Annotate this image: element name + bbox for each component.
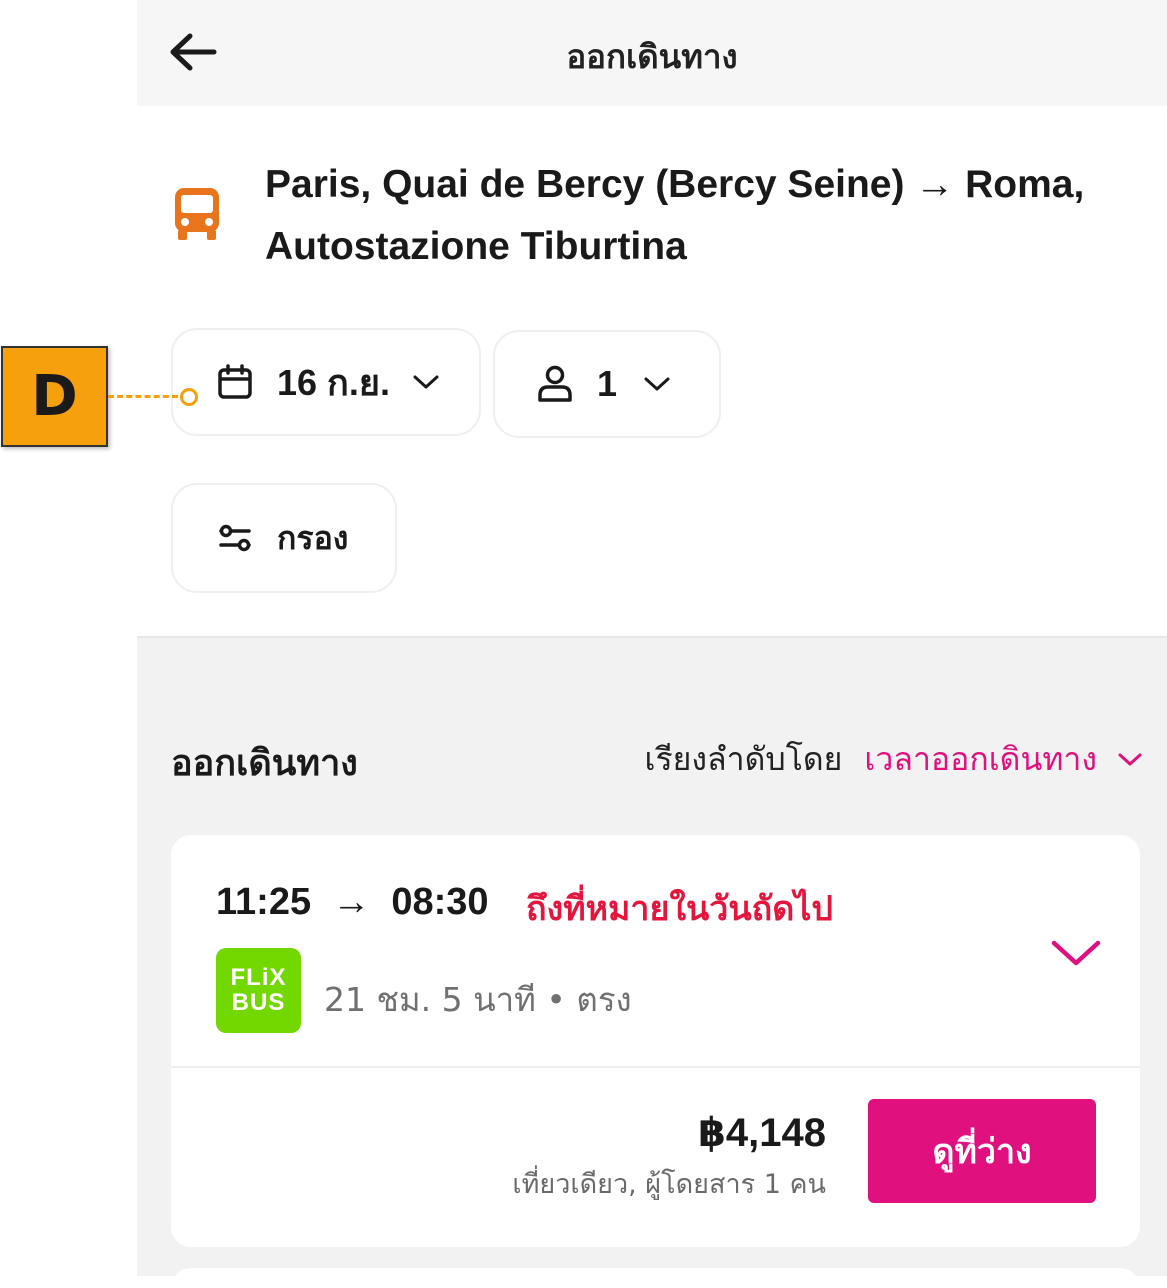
route-section: Paris, Quai de Bercy (Bercy Seine) → Rom… [137, 106, 1167, 636]
annotation-connector [108, 395, 178, 398]
route-title: Paris, Quai de Bercy (Bercy Seine) → Rom… [265, 163, 1085, 268]
view-availability-button[interactable]: ดูที่ว่าง [868, 1099, 1096, 1203]
filter-button[interactable]: กรอง [171, 483, 397, 593]
next-trip-card[interactable] [171, 1268, 1140, 1288]
filter-label: กรอง [277, 518, 349, 557]
results-section: ออกเดินทาง เรียงลำดับโดย เวลาออกเดินทาง … [137, 636, 1167, 1288]
top-bar: ออกเดินทาง [137, 0, 1167, 108]
person-icon [538, 365, 572, 402]
sort-value: เวลาออกเดินทาง [864, 740, 1097, 778]
next-day-notice: ถึงที่หมายในวันถัดไป [526, 889, 833, 929]
annotation-label: D [31, 364, 78, 429]
results-title: ออกเดินทาง [171, 743, 358, 784]
logo-line-1: FLiX [230, 964, 287, 991]
annotation-marker: D [1, 346, 108, 447]
divider [171, 1066, 1140, 1068]
date-label: 16 ก.ย. [277, 361, 390, 403]
chevron-down-icon [413, 375, 439, 389]
sort-dropdown[interactable]: เรียงลำดับโดย เวลาออกเดินทาง [645, 734, 1143, 785]
passenger-count: 1 [597, 363, 618, 404]
sort-label: เรียงลำดับโดย [644, 740, 843, 778]
flixbus-logo: FLiX BUS [216, 948, 301, 1033]
logo-line-2: BUS [231, 989, 286, 1016]
date-selector[interactable]: 16 ก.ย. [171, 328, 481, 436]
passenger-selector[interactable]: 1 [493, 330, 721, 438]
trip-times: 11:25 → 08:30 [216, 881, 489, 923]
calendar-icon [218, 364, 252, 399]
page-title: ออกเดินทาง [566, 37, 738, 76]
annotation-anchor [180, 388, 198, 406]
trip-card[interactable]: 11:25 → 08:30 ถึงที่หมายในวันถัดไป FLiX … [171, 835, 1140, 1247]
chevron-down-icon [1118, 753, 1142, 765]
chevron-down-icon[interactable] [1050, 935, 1102, 971]
sliders-icon [219, 524, 251, 552]
bus-icon [175, 188, 219, 240]
trip-price: ฿4,148 [698, 1111, 826, 1155]
trip-duration: 21 ชม. 5 นาที • ตรง [324, 980, 632, 1019]
chevron-down-icon [644, 377, 670, 391]
price-note: เที่ยวเดียว, ผู้โดยสาร 1 คน [512, 1169, 826, 1200]
